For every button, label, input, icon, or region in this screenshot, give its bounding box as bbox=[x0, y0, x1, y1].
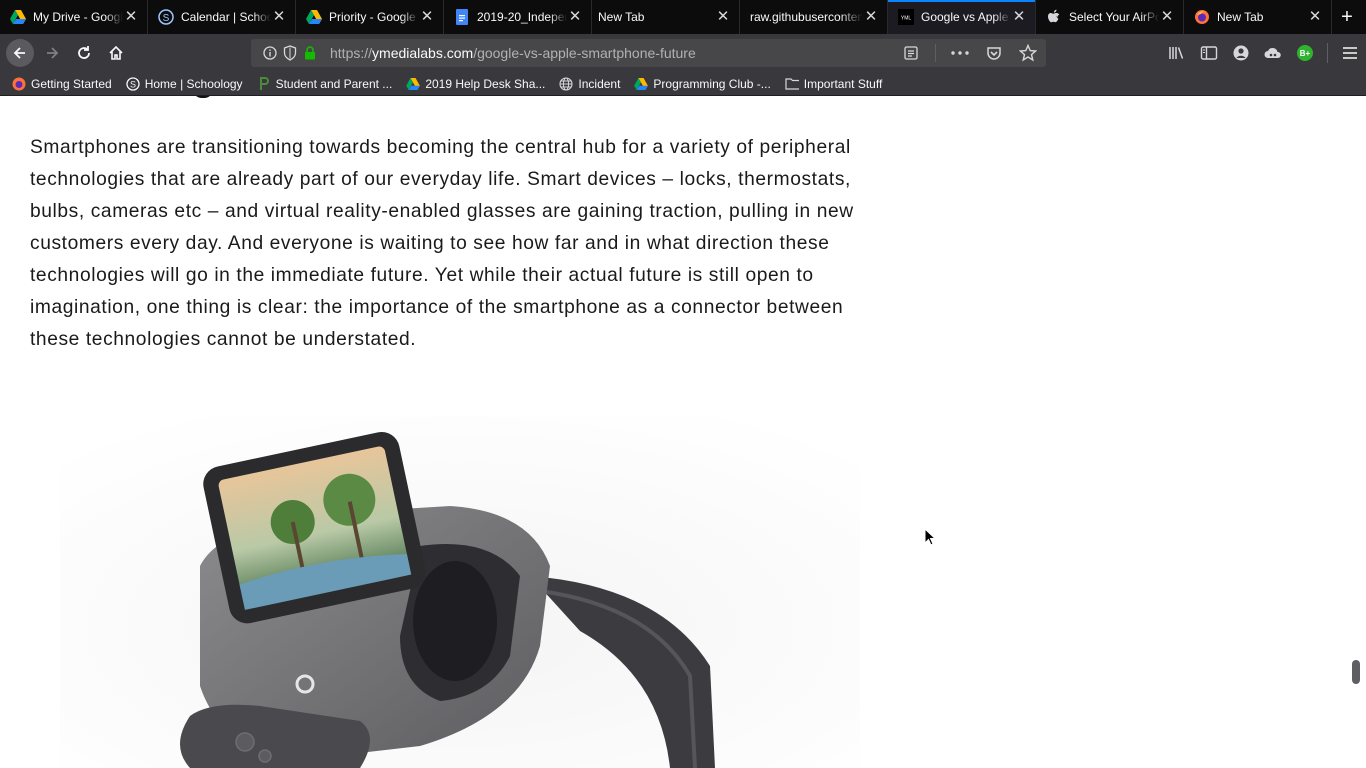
svg-text:S: S bbox=[163, 13, 170, 24]
bookmark-programming-club[interactable]: Programming Club -... bbox=[634, 76, 771, 91]
bookmark-student-parent[interactable]: Student and Parent ... bbox=[257, 76, 393, 91]
page-actions-ellipsis-icon[interactable] bbox=[950, 43, 970, 63]
apple-icon bbox=[1046, 9, 1062, 25]
toolbar-right: B+ bbox=[1167, 39, 1360, 67]
close-icon[interactable]: ✕ bbox=[715, 9, 731, 25]
info-icon[interactable] bbox=[260, 43, 280, 63]
tab-title: Select Your AirPods bbox=[1069, 10, 1159, 24]
google-drive-icon bbox=[10, 9, 26, 25]
close-icon[interactable]: ✕ bbox=[567, 9, 583, 25]
tab-independent-doc[interactable]: 2019-20_Independent ✕ bbox=[444, 0, 592, 34]
tab-priority[interactable]: Priority - Google Drive ✕ bbox=[296, 0, 444, 34]
bookmark-label: 2019 Help Desk Sha... bbox=[425, 76, 546, 91]
bookmark-incident[interactable]: Incident bbox=[559, 77, 620, 91]
globe-icon bbox=[559, 76, 573, 91]
schoology-icon: S bbox=[126, 76, 140, 91]
extension-cloud-icon[interactable] bbox=[1263, 43, 1283, 63]
tab-title: Calendar | Schoology bbox=[181, 10, 271, 24]
toolbar-divider bbox=[1327, 43, 1328, 63]
ymedialabs-icon: YML bbox=[898, 9, 914, 25]
url-domain: ymedialabs.com bbox=[372, 45, 474, 61]
google-drive-icon bbox=[306, 9, 322, 25]
google-drive-icon bbox=[634, 77, 649, 91]
forward-arrow-icon bbox=[47, 47, 59, 59]
new-tab-button[interactable]: + bbox=[1332, 0, 1362, 34]
close-icon[interactable]: ✕ bbox=[271, 9, 287, 25]
back-button[interactable] bbox=[6, 39, 34, 67]
pocket-icon[interactable] bbox=[984, 43, 1004, 63]
reload-icon bbox=[78, 46, 90, 59]
close-icon[interactable]: ✕ bbox=[1011, 9, 1027, 25]
hamburger-menu-icon[interactable] bbox=[1340, 43, 1360, 63]
navigation-toolbar: https://ymedialabs.com/google-vs-apple-s… bbox=[0, 34, 1366, 72]
tracking-protection-shield-icon[interactable] bbox=[280, 43, 300, 63]
tab-title: Google vs Apple bbox=[921, 10, 1009, 24]
address-bar[interactable]: https://ymedialabs.com/google-vs-apple-s… bbox=[251, 39, 1046, 67]
bookmark-help-desk[interactable]: 2019 Help Desk Sha... bbox=[406, 77, 545, 91]
lock-icon[interactable] bbox=[300, 43, 320, 63]
url-prefix: https:// bbox=[330, 45, 373, 61]
tab-new-tab-2[interactable]: New Tab ✕ bbox=[1184, 0, 1332, 34]
forward-button[interactable] bbox=[38, 39, 66, 67]
account-icon[interactable] bbox=[1231, 43, 1251, 63]
page-scrollbar-thumb[interactable] bbox=[1352, 660, 1360, 684]
schoology-icon: S bbox=[158, 9, 174, 25]
bookmark-label: Home | Schoology bbox=[144, 76, 243, 91]
article-paragraph: Smartphones are transitioning towards be… bbox=[30, 137, 854, 350]
reader-view-icon[interactable] bbox=[901, 43, 921, 63]
bookmark-getting-started[interactable]: Getting Started bbox=[12, 77, 112, 91]
tab-title: Priority - Google Drive bbox=[329, 10, 419, 24]
profile-badge[interactable]: B+ bbox=[1295, 43, 1315, 63]
close-icon[interactable]: ✕ bbox=[123, 9, 139, 25]
bookmarks-toolbar: Getting Started S Home | Schoology Stude… bbox=[0, 72, 1366, 96]
bookmark-p-icon bbox=[257, 76, 271, 91]
google-drive-icon bbox=[406, 77, 421, 91]
close-icon[interactable]: ✕ bbox=[1307, 9, 1323, 25]
mouse-cursor-icon bbox=[924, 528, 936, 546]
bookmark-important-stuff[interactable]: Important Stuff bbox=[785, 76, 883, 91]
svg-text:S: S bbox=[130, 79, 136, 89]
reload-button[interactable] bbox=[70, 39, 98, 67]
close-icon[interactable]: ✕ bbox=[863, 9, 879, 25]
close-icon[interactable]: ✕ bbox=[1159, 9, 1175, 25]
sidebar-icon[interactable] bbox=[1199, 43, 1219, 63]
bookmark-label: Incident bbox=[578, 76, 621, 91]
tab-title: 2019-20_Independent bbox=[477, 10, 567, 24]
tab-strip: My Drive - Google Drive ✕ S Calendar | S… bbox=[0, 0, 1366, 34]
bookmark-home-schoology[interactable]: S Home | Schoology bbox=[126, 77, 243, 91]
tab-my-drive[interactable]: My Drive - Google Drive ✕ bbox=[0, 0, 148, 34]
profile-badge-text: B+ bbox=[1299, 48, 1311, 58]
library-icon[interactable] bbox=[1167, 43, 1187, 63]
bookmark-label: Student and Parent ... bbox=[275, 76, 393, 91]
tab-airpods[interactable]: Select Your AirPods ✕ bbox=[1036, 0, 1184, 34]
vr-headset-image bbox=[60, 416, 860, 768]
firefox-icon bbox=[1194, 9, 1210, 25]
url-divider bbox=[935, 44, 936, 62]
tab-title: New Tab bbox=[598, 10, 645, 24]
google-docs-icon bbox=[454, 9, 470, 25]
svg-text:YML: YML bbox=[901, 16, 912, 22]
tab-google-vs-apple[interactable]: YML Google vs Apple ✕ bbox=[888, 0, 1036, 34]
close-icon[interactable]: ✕ bbox=[419, 9, 435, 25]
home-icon bbox=[109, 45, 123, 60]
url-text: https://ymedialabs.com/google-vs-apple-s… bbox=[330, 45, 696, 61]
heading-fragment bbox=[192, 96, 214, 98]
url-path: /google-vs-apple-smartphone-future bbox=[473, 45, 696, 61]
tab-raw-github[interactable]: raw.githubusercontent.com ✕ bbox=[740, 0, 888, 34]
back-arrow-icon bbox=[13, 47, 25, 59]
tab-title: New Tab bbox=[1217, 10, 1264, 24]
page-content: Smartphones are transitioning towards be… bbox=[0, 96, 1366, 768]
home-button[interactable] bbox=[102, 39, 130, 67]
bookmark-label: Programming Club -... bbox=[653, 76, 771, 91]
folder-icon bbox=[785, 77, 799, 91]
url-actions bbox=[901, 39, 1038, 67]
tab-title: My Drive - Google Drive bbox=[33, 10, 123, 24]
tab-new-tab[interactable]: New Tab ✕ bbox=[592, 0, 740, 34]
firefox-icon bbox=[12, 77, 26, 91]
bookmark-star-icon[interactable] bbox=[1018, 43, 1038, 63]
tab-calendar-schoology[interactable]: S Calendar | Schoology ✕ bbox=[148, 0, 296, 34]
tab-title: raw.githubusercontent.com bbox=[750, 10, 863, 24]
bookmark-label: Important Stuff bbox=[803, 76, 883, 91]
bookmark-label: Getting Started bbox=[31, 76, 112, 91]
